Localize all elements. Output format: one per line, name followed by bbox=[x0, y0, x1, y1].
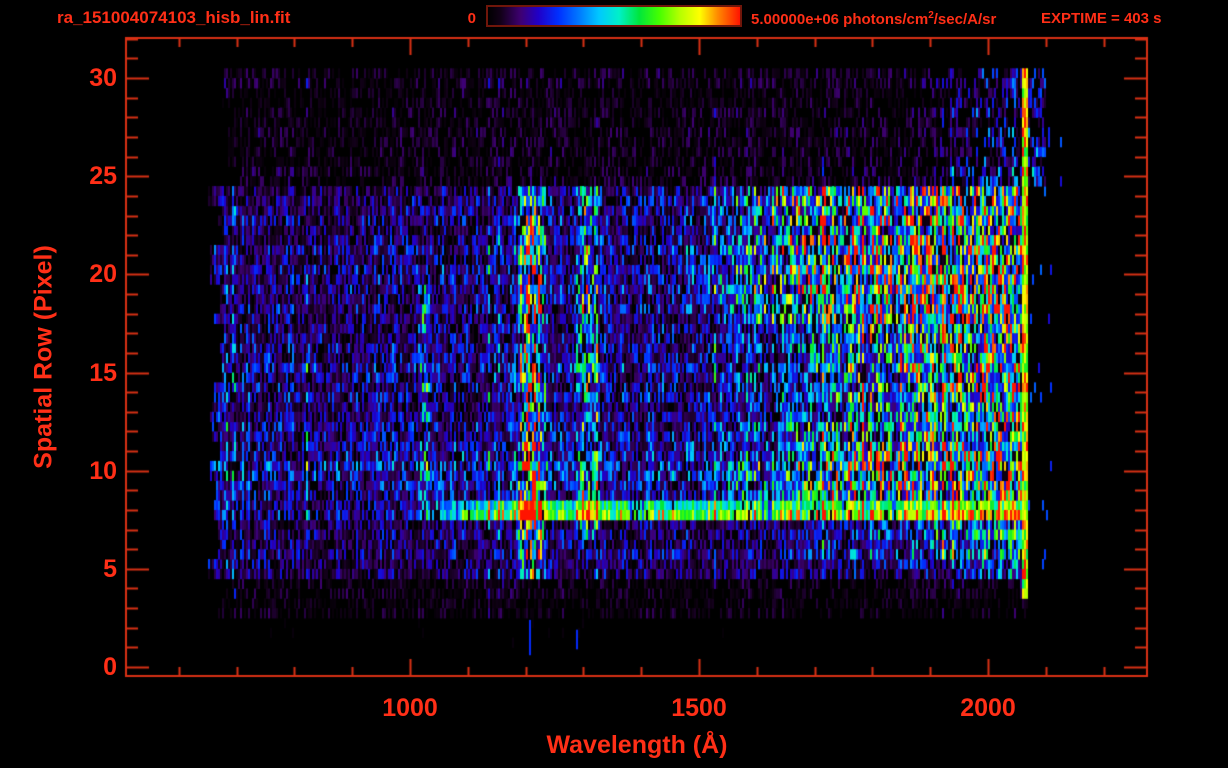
x-axis-title: Wavelength (Å) bbox=[546, 731, 727, 760]
spectral-image-viewer: { "header": { "filename": "ra_1510040741… bbox=[0, 0, 1228, 768]
colorbar-max-label: 5.00000e+06 photons/cm2/sec/A/sr bbox=[751, 10, 996, 28]
colorbar-max-prefix: 5.00000e+06 photons/cm bbox=[751, 11, 928, 28]
filename-label: ra_151004074103_hisb_lin.fit bbox=[57, 8, 290, 28]
colorbar-max-suffix: /sec/A/sr bbox=[934, 11, 997, 28]
colorbar bbox=[486, 5, 742, 27]
spectral-heatmap-canvas bbox=[0, 0, 1228, 768]
y-axis-title: Spatial Row (Pixel) bbox=[30, 245, 59, 469]
exptime-label: EXPTIME = 403 s bbox=[1041, 10, 1161, 27]
colorbar-min-label: 0 bbox=[438, 10, 476, 27]
